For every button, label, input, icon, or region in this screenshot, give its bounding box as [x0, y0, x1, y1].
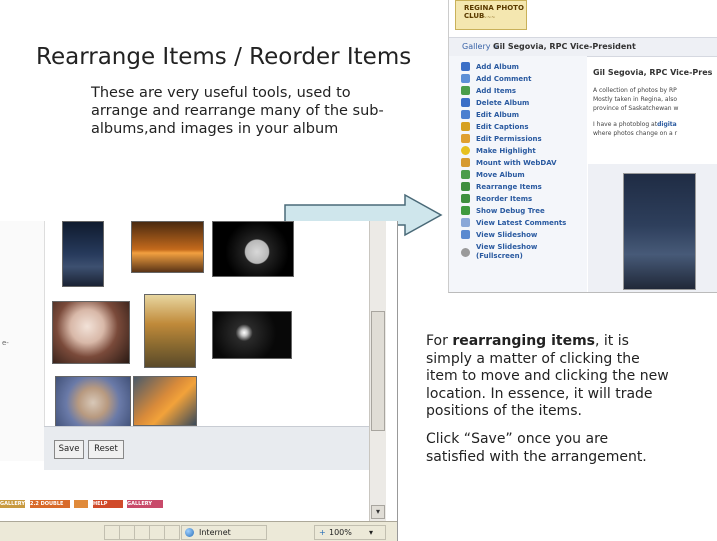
save-bar: Save Reset: [44, 426, 369, 470]
scroll-down-button[interactable]: ▾: [371, 505, 385, 519]
photo-thumbnail-photographer[interactable]: [133, 376, 197, 426]
chevron-down-icon: ▾: [369, 528, 374, 537]
footer-badges: GALLERY 2 2.2 DOUBLE HELP GALLERY: [0, 500, 220, 515]
badge-icon[interactable]: [74, 500, 88, 508]
breadcrumb: Gallery » Gil Segovia, RPC Vice-Presiden…: [449, 37, 717, 57]
permissions-icon: [461, 134, 470, 143]
highlight-icon: [461, 146, 470, 155]
slideshow-icon: [461, 230, 470, 239]
rearrange-explanation: For rearranging items, it is simply a mat…: [426, 333, 716, 466]
album-main: Gil Segovia, RPC Vice-Pres A collection …: [588, 56, 717, 292]
add-album-icon: [461, 62, 470, 71]
magnifier-icon: +: [319, 528, 326, 537]
rearrange-icon: [461, 182, 470, 191]
webdav-icon: [461, 158, 470, 167]
photo-thumbnail-sunset[interactable]: [131, 221, 204, 273]
latest-comments-icon: [461, 218, 470, 227]
add-items-icon: [461, 86, 470, 95]
slide-title: Rearrange Items / Reorder Items: [36, 44, 412, 70]
slideshow-fullscreen-icon: [461, 248, 470, 257]
status-cell: [119, 525, 135, 540]
move-album-icon: [461, 170, 470, 179]
status-cell: [134, 525, 150, 540]
album-thumbnail-panel: [588, 164, 717, 292]
status-cell: [164, 525, 180, 540]
security-zone[interactable]: Internet: [181, 525, 267, 540]
intro-line: These are very useful tools, used to: [91, 85, 351, 101]
edit-captions-icon: [461, 122, 470, 131]
badge-gallery[interactable]: GALLERY: [127, 500, 163, 508]
album-title: Gil Segovia, RPC Vice-Pres: [593, 68, 713, 77]
intro-line: arrange and rearrange many of the sub-: [91, 103, 384, 119]
breadcrumb-current: Gil Segovia, RPC Vice-President: [493, 42, 636, 51]
vertical-scrollbar[interactable]: ▾: [369, 221, 386, 521]
zoom-control[interactable]: + 100% ▾: [314, 525, 386, 540]
reset-button[interactable]: Reset: [88, 440, 124, 459]
save-button[interactable]: Save: [54, 440, 84, 459]
debug-tree-icon: [461, 206, 470, 215]
browser-status-bar: Internet + 100% ▾: [0, 521, 397, 541]
explanation-paragraph-2: Click “Save” once you are satisfied with …: [426, 430, 647, 465]
browser-screenshot: e- Save Reset ▾ GALLERY 2 2.2 DOUBLE HEL…: [0, 221, 398, 541]
badge-help[interactable]: HELP: [93, 500, 123, 508]
album-actions-sidebar: Add Album Add Comment Add Items Delete A…: [449, 56, 587, 292]
photo-thumbnail-portrait[interactable]: [52, 301, 130, 364]
comment-icon: [461, 74, 470, 83]
intro-text: These are very useful tools, used to arr…: [91, 84, 411, 138]
photo-thumbnail-moon[interactable]: [212, 221, 294, 277]
blog-link[interactable]: digita: [657, 121, 677, 128]
club-logo[interactable]: REGINA PHOTO CLUB ~~~~~~~: [455, 0, 527, 30]
photo-thumbnail-tower[interactable]: [144, 294, 196, 368]
photo-thumbnail-dark[interactable]: [212, 311, 292, 359]
scrollbar-thumb[interactable]: [371, 311, 385, 431]
badge-gallery2[interactable]: GALLERY 2: [0, 500, 25, 515]
album-thumbnail-photo[interactable]: [623, 173, 696, 290]
left-column: e-: [0, 221, 45, 461]
badge-double[interactable]: 2.2 DOUBLE: [30, 500, 70, 508]
explanation-paragraph-1: For rearranging items, it is simply a mat…: [426, 333, 669, 420]
reorder-icon: [461, 194, 470, 203]
edit-album-icon: [461, 110, 470, 119]
gallery-screenshot: REGINA PHOTO CLUB ~~~~~~~ Gallery » Gil …: [448, 0, 717, 293]
globe-icon: [185, 528, 194, 537]
status-cell: [149, 525, 165, 540]
album-description: A collection of photos by RP Mostly take…: [593, 87, 679, 137]
intro-line: albums,and images in your album: [91, 121, 339, 137]
photo-thumbnail-night[interactable]: [62, 221, 104, 287]
status-cell: [104, 525, 120, 540]
left-fragment: e-: [2, 339, 9, 347]
logo-subtext: ~~~~~~~: [466, 15, 496, 21]
delete-icon: [461, 98, 470, 107]
